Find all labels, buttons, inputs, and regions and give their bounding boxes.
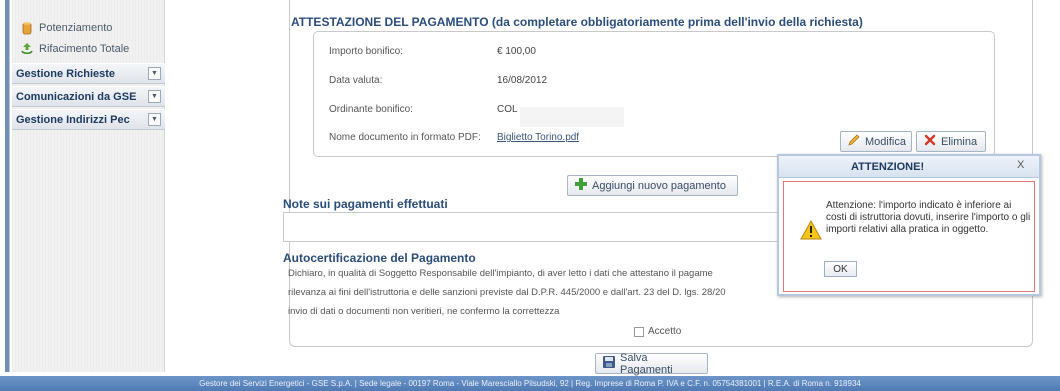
save-label: Salva Pagamenti (620, 351, 673, 376)
sidebar-group-label: Comunicazioni da GSE (16, 90, 137, 103)
chevron-down-icon[interactable]: ▼ (148, 90, 161, 103)
dialog-message: Attenzione: l'importo indicato è inferio… (826, 200, 1031, 235)
redacted-area (520, 107, 624, 127)
sidebar-group-label: Gestione Indirizzi Pec (16, 113, 130, 126)
chevron-down-icon[interactable]: ▼ (148, 113, 161, 126)
autocert-line: rilevanza ai fini dell'istruttoria e del… (288, 287, 726, 298)
modifica-label: Modifica (865, 135, 906, 148)
delete-x-icon (923, 133, 937, 150)
sidebar-link-potenziamento[interactable]: Potenziamento (20, 19, 112, 37)
page-title: ATTESTAZIONE DEL PAGAMENTO (da completar… (291, 15, 863, 29)
sidebar-link-label: Potenziamento (39, 22, 113, 34)
sidebar-link-label: Rifacimento Totale (39, 43, 130, 55)
plus-icon (574, 177, 588, 194)
document-link[interactable]: Biglietto Torino.pdf (497, 132, 579, 143)
importo-label: Importo bonifico: (329, 46, 403, 57)
save-payments-button[interactable]: Salva Pagamenti (595, 351, 708, 376)
add-payment-label: Aggiungi nuovo pagamento (592, 179, 726, 192)
close-icon[interactable]: X (1017, 159, 1024, 171)
floppy-disk-icon (602, 355, 616, 372)
autocert-line: Dichiaro, in qualità di Soggetto Respons… (288, 268, 713, 279)
dialog-header: ATTENZIONE! X (779, 156, 1039, 178)
data-valuta-label: Data valuta: (329, 75, 383, 86)
data-valuta-value: 16/08/2012 (497, 75, 548, 86)
ok-button[interactable]: OK (824, 261, 857, 277)
notes-textarea[interactable] (283, 212, 783, 242)
autocert-title: Autocertificazione del Pagamento (283, 251, 476, 265)
sidebar-group-comunicazioni[interactable]: Comunicazioni da GSE ▼ (12, 86, 165, 107)
dialog-title: ATTENZIONE! (851, 161, 925, 173)
cylinder-icon (20, 21, 34, 35)
accetto-label: Accetto (648, 326, 682, 337)
footer: Gestore dei Servizi Energetici - GSE S.p… (0, 376, 1060, 391)
accetto-checkbox[interactable] (634, 327, 644, 337)
chevron-down-icon[interactable]: ▼ (148, 67, 161, 80)
notes-title: Note sui pagamenti effettuati (283, 197, 448, 211)
elimina-button[interactable]: Elimina (916, 131, 986, 152)
importo-value: € 100,00 (497, 46, 536, 57)
warning-dialog: ATTENZIONE! X Attenzione: l'importo indi… (777, 154, 1041, 296)
nome-documento-label: Nome documento in formato PDF: (329, 132, 481, 143)
sidebar: Potenziamento Rifacimento Totale Gestion… (12, 0, 165, 372)
dialog-body: Attenzione: l'importo indicato è inferio… (783, 181, 1035, 292)
ordinante-value: COL (497, 104, 518, 115)
ordinante-label: Ordinante bonifico: (329, 104, 413, 115)
pencil-icon (847, 133, 861, 150)
add-payment-button[interactable]: Aggiungi nuovo pagamento (567, 175, 738, 196)
sidebar-group-label: Gestione Richieste (16, 67, 116, 80)
sidebar-group-gestione-richieste[interactable]: Gestione Richieste ▼ (12, 63, 165, 84)
sidebar-group-pec[interactable]: Gestione Indirizzi Pec ▼ (12, 109, 165, 130)
sidebar-link-rifacimento[interactable]: Rifacimento Totale (20, 40, 129, 58)
modifica-button[interactable]: Modifica (840, 131, 912, 152)
left-edge-line (5, 0, 9, 372)
autocert-line: invio di dati o documenti non veritieri,… (288, 306, 560, 317)
recycle-icon (20, 42, 34, 56)
elimina-label: Elimina (941, 135, 978, 148)
warning-icon (800, 219, 822, 243)
